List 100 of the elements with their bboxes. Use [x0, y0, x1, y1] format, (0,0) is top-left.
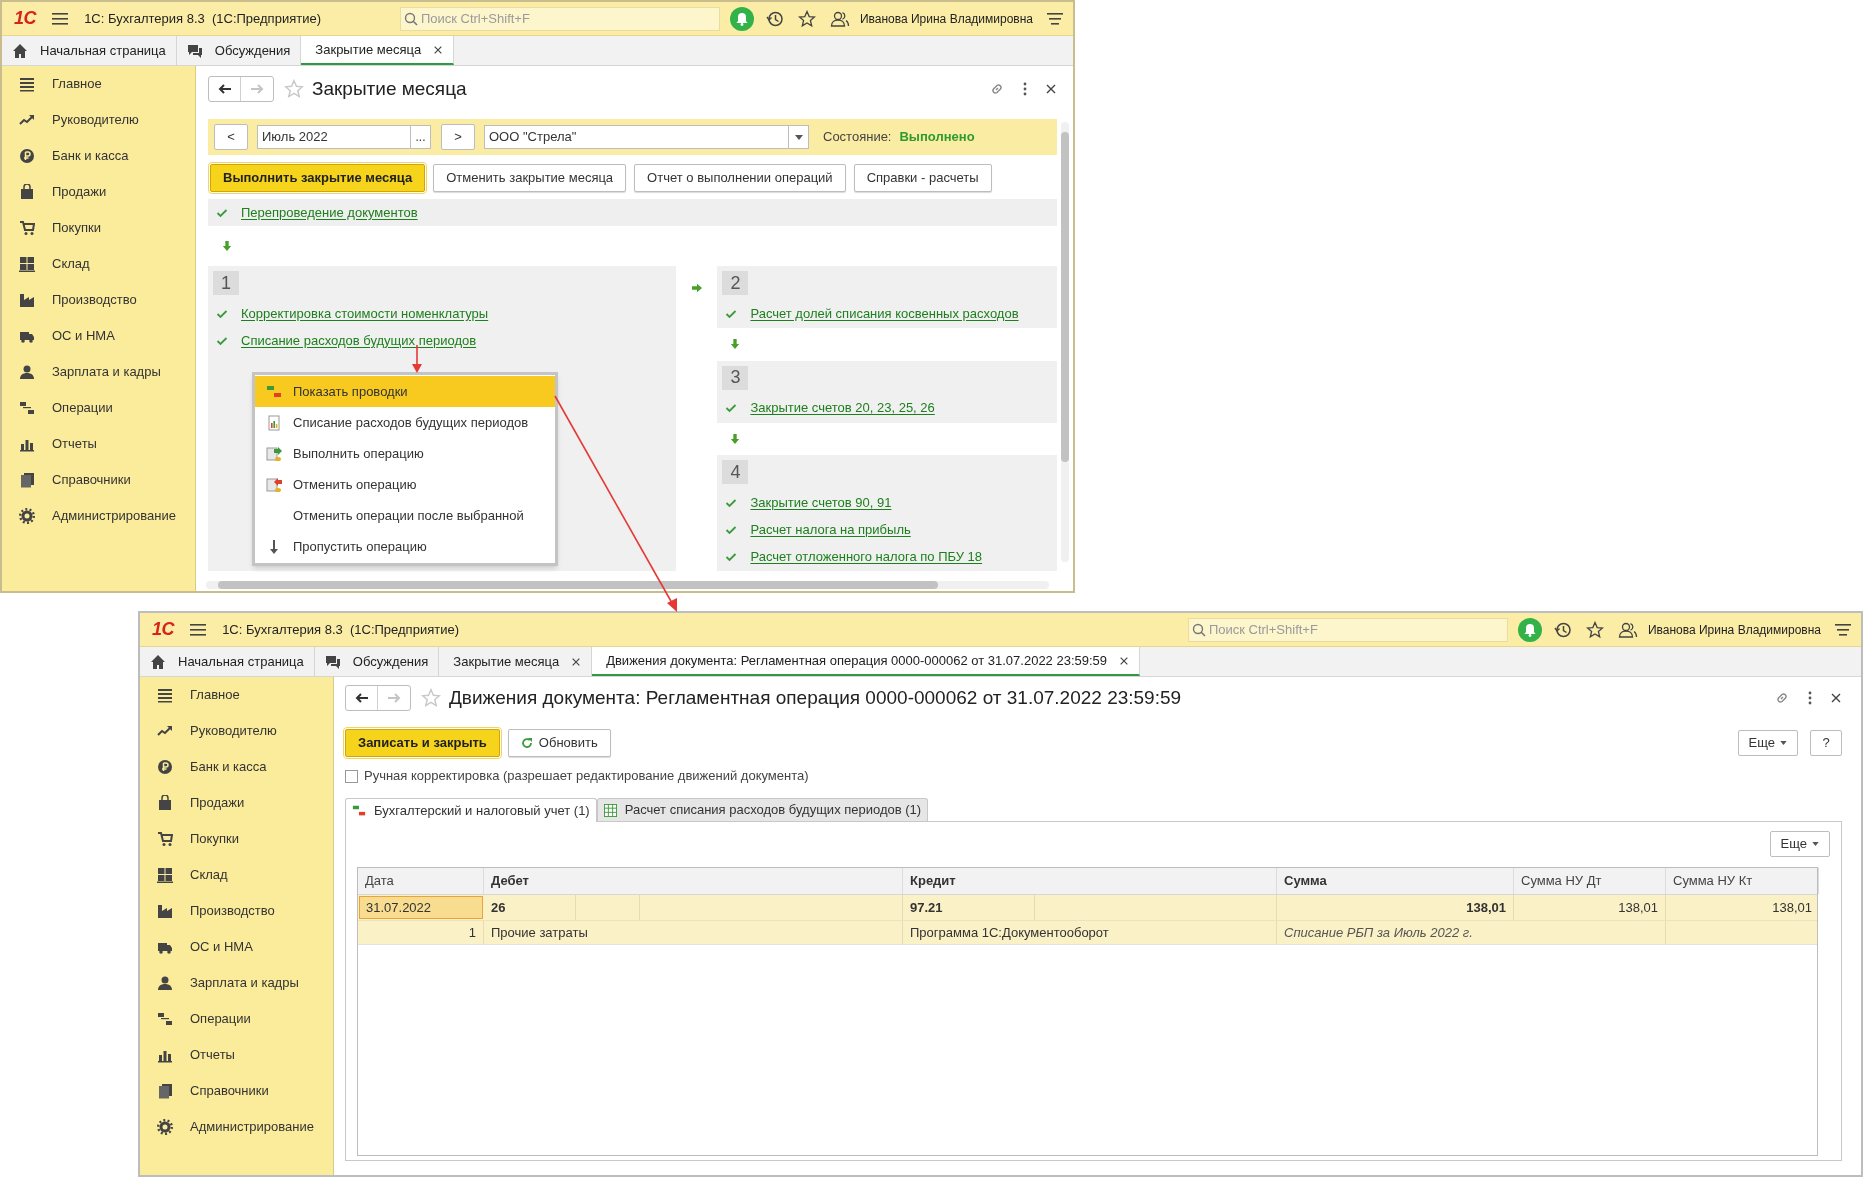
step-link[interactable]: Перепроведение документов	[241, 202, 418, 223]
sidebar-item[interactable]: Покупки	[140, 821, 333, 857]
user-name[interactable]: Иванова Ирина Владимировна	[1647, 620, 1821, 639]
sidebar-item[interactable]: Производство	[2, 282, 195, 318]
more-button[interactable]: Еще	[1737, 730, 1798, 756]
dropdown-button[interactable]	[789, 125, 809, 149]
operation-link[interactable]: Закрытие счетов 20, 23, 25, 26	[750, 398, 935, 418]
tab[interactable]: Бухгалтерский и налоговый учет (1)	[345, 798, 597, 822]
operation-link[interactable]: Корректировка стоимости номенклатуры	[241, 303, 489, 324]
sidebar-item[interactable]: ОС и НМА	[2, 318, 195, 354]
sidebar-item[interactable]: Продажи	[140, 785, 333, 821]
operation-link[interactable]: Расчет налога на прибыль	[750, 519, 911, 540]
sidebar-item[interactable]: Склад	[140, 857, 333, 893]
refresh-button[interactable]: Обновить	[507, 729, 611, 757]
sidebar-item[interactable]: Операции	[2, 390, 195, 426]
operation-link[interactable]: Расчет отложенного налога по ПБУ 18	[750, 546, 983, 567]
history-icon[interactable]	[765, 9, 784, 28]
sidebar-item[interactable]: Справочники	[140, 1073, 333, 1109]
operation-link[interactable]: Расчет долей списания косвенных расходов	[750, 303, 1019, 324]
sidebar-item[interactable]: Главное	[2, 66, 195, 102]
link-icon[interactable]	[1774, 690, 1790, 706]
close-icon[interactable]	[433, 44, 444, 55]
menu-item[interactable]: Выполнить операцию	[255, 438, 555, 469]
sidebar-item[interactable]: Операции	[140, 1001, 333, 1037]
column-header[interactable]: Дебет	[484, 868, 903, 894]
close-icon[interactable]	[571, 656, 582, 667]
action-button[interactable]: Отчет о выполнении операций	[634, 164, 846, 192]
table-row[interactable]: 31.07.2022 26 97.21 138,01 138,01 138,01	[358, 895, 1817, 921]
sidebar-item[interactable]: Банк и касса	[2, 138, 195, 174]
menu-icon[interactable]	[1047, 11, 1063, 26]
app-title: 1С: Бухгалтерия 8.3 (1С:Предприятие)	[222, 620, 459, 639]
star-icon[interactable]	[797, 9, 816, 28]
user-name[interactable]: Иванова Ирина Владимировна	[859, 9, 1033, 28]
more-icon[interactable]	[1023, 82, 1027, 96]
action-button[interactable]: Справки - расчеты	[853, 164, 992, 192]
history-icon[interactable]	[1553, 620, 1572, 639]
link-icon[interactable]	[989, 81, 1005, 97]
users-icon[interactable]	[1617, 620, 1638, 639]
column-header[interactable]: Сумма	[1277, 868, 1514, 894]
close-icon[interactable]	[1830, 692, 1842, 704]
menu-item[interactable]: Пропустить операцию	[255, 531, 555, 562]
tab[interactable]: Обсуждения	[314, 647, 440, 676]
sidebar-item[interactable]: Зарплата и кадры	[140, 965, 333, 1001]
sidebar-item[interactable]: Продажи	[2, 174, 195, 210]
action-button[interactable]: Выполнить закрытие месяца	[210, 164, 426, 192]
star-icon[interactable]	[1585, 620, 1604, 639]
menu-icon[interactable]	[52, 11, 69, 26]
debit-credit-icon	[19, 400, 35, 416]
previous-button[interactable]: <	[214, 124, 248, 150]
operation-link[interactable]: Списание расходов будущих периодов	[241, 330, 477, 351]
notifications-button[interactable]	[1517, 617, 1542, 642]
scrollbar[interactable]	[1061, 122, 1069, 562]
action-button[interactable]: Отменить закрытие месяца	[433, 164, 627, 192]
operation-link[interactable]: Закрытие счетов 90, 91	[750, 492, 892, 513]
column-header[interactable]: Сумма НУ Кт	[1666, 868, 1819, 894]
sidebar-item[interactable]: Справочники	[2, 462, 195, 498]
menu-icon[interactable]	[1835, 622, 1851, 637]
menu-item[interactable]: Отменить операцию	[255, 469, 555, 500]
search-field[interactable]: Поиск Ctrl+Shift+F	[399, 6, 720, 31]
sidebar-item[interactable]: Руководителю	[140, 713, 333, 749]
close-icon[interactable]	[1045, 83, 1057, 95]
more-button[interactable]: Еще	[1769, 831, 1830, 857]
table-icon	[603, 803, 617, 817]
save-and-close-button[interactable]: Записать и закрыть	[345, 729, 500, 757]
checkbox[interactable]	[345, 769, 358, 783]
sidebar-item[interactable]: ОС и НМА	[140, 929, 333, 965]
choose-button[interactable]: ...	[411, 125, 431, 149]
menu-item[interactable]: Показать проводки	[255, 376, 555, 407]
sidebar-item[interactable]: Покупки	[2, 210, 195, 246]
search-field[interactable]: Поиск Ctrl+Shift+F	[1187, 617, 1508, 642]
menu-icon[interactable]	[190, 622, 207, 637]
notifications-button[interactable]	[729, 6, 754, 31]
period-field[interactable]: Июль 2022	[257, 125, 411, 149]
sidebar-item[interactable]: Банк и касса	[140, 749, 333, 785]
column-header[interactable]: Дата	[358, 868, 484, 894]
column-header[interactable]: Кредит	[903, 868, 1277, 894]
tab[interactable]: Расчет списания расходов будущих периодов (1)	[596, 798, 929, 821]
sidebar-item[interactable]: Производство	[140, 893, 333, 929]
help-button[interactable]: ?	[1810, 730, 1842, 756]
sidebar-item[interactable]: Главное	[140, 677, 333, 713]
scrollbar[interactable]	[206, 581, 1049, 589]
tab[interactable]: Движения документа: Регламентная операция 0000-000062 от 31.07.2022 23:59:59	[592, 647, 1141, 676]
tab[interactable]: Закрытие месяца	[301, 36, 455, 65]
sidebar-item[interactable]: Отчеты	[2, 426, 195, 462]
close-icon[interactable]	[1119, 655, 1130, 666]
column-header[interactable]: Сумма НУ Дт	[1514, 868, 1666, 894]
tab[interactable]: Начальная страница	[140, 647, 315, 676]
sidebar-item[interactable]: Администрирование	[140, 1109, 333, 1145]
sidebar-item[interactable]: Склад	[2, 246, 195, 282]
sidebar-item[interactable]: Зарплата и кадры	[2, 354, 195, 390]
sidebar-item[interactable]: Руководителю	[2, 102, 195, 138]
menu-item[interactable]: Отменить операции после выбранной	[255, 500, 555, 531]
users-icon[interactable]	[829, 9, 850, 28]
sidebar-item[interactable]: Администрирование	[2, 498, 195, 534]
organization-field[interactable]: ООО "Стрела"	[484, 125, 789, 149]
tab[interactable]: Начальная страница	[2, 36, 177, 65]
sidebar-item[interactable]: Отчеты	[140, 1037, 333, 1073]
more-icon[interactable]	[1808, 691, 1812, 705]
next-button[interactable]: >	[441, 124, 475, 150]
menu-item[interactable]: Списание расходов будущих периодов	[255, 407, 555, 438]
